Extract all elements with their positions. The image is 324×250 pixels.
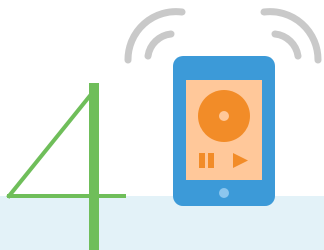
digit-four-shape: 4 [6,83,126,250]
disc-hole [219,111,229,121]
music-disc-icon [198,90,250,142]
phone-illustration: 4 [6,8,322,250]
home-button-icon [219,188,229,198]
signal-waves-right-icon [260,8,322,64]
illustration-canvas: 4 [0,0,324,250]
signal-waves-left-icon [124,8,186,64]
